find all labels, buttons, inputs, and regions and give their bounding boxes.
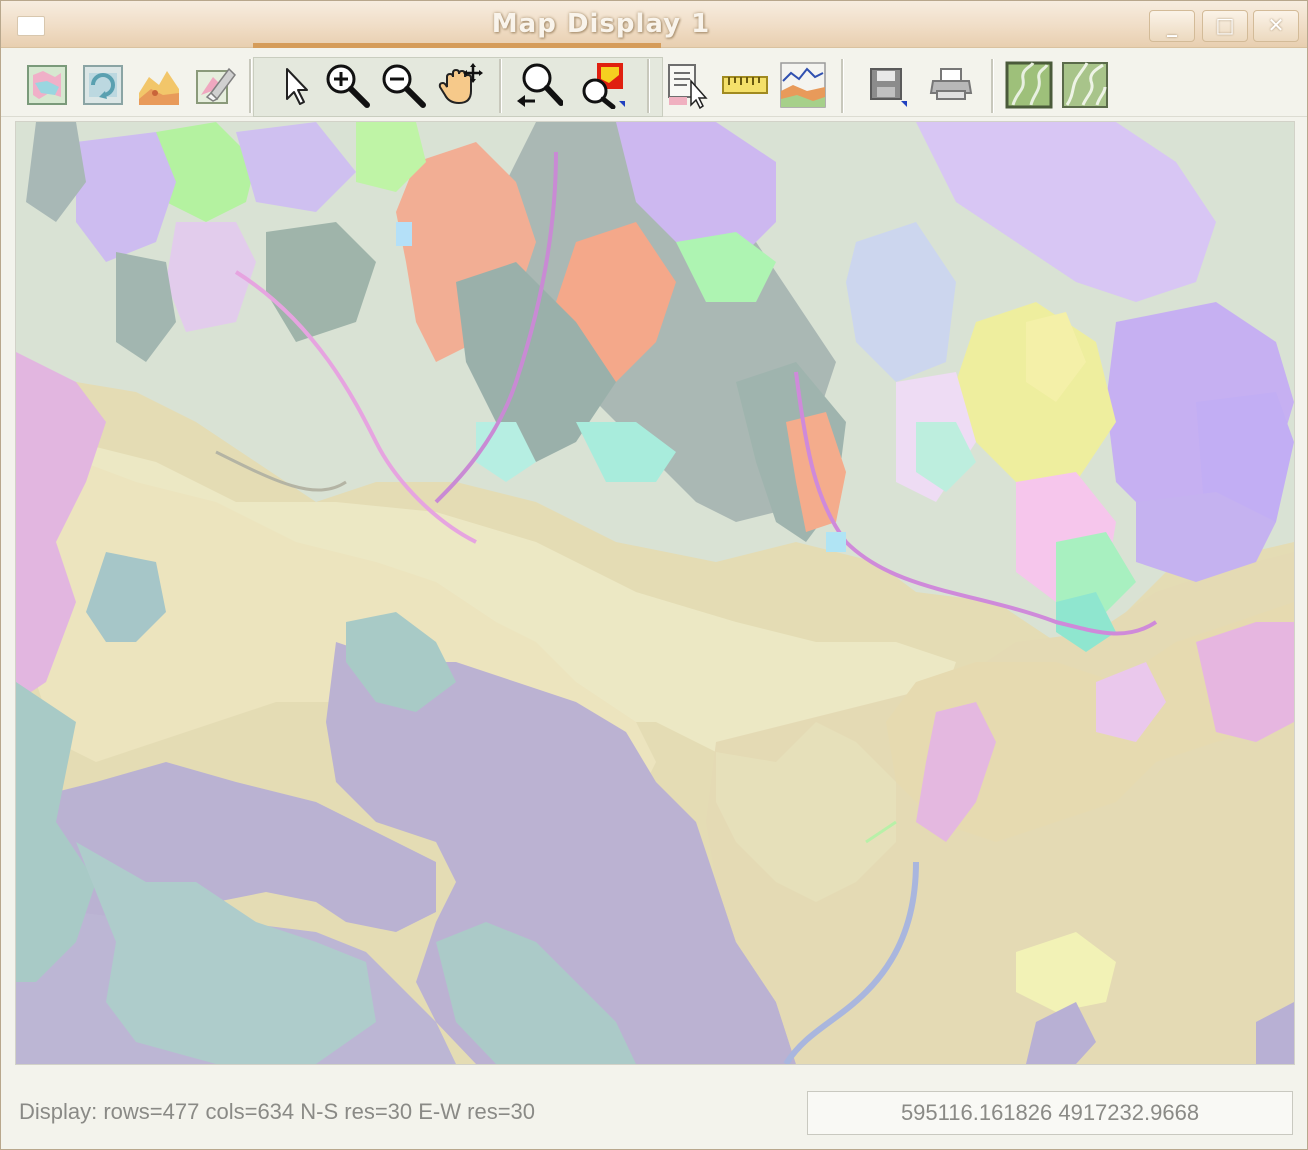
redraw-icon bbox=[83, 65, 123, 105]
erase-display-button[interactable] bbox=[191, 61, 239, 109]
display-info-text: Display: rows=477 cols=634 N-S res=30 E-… bbox=[19, 1099, 536, 1124]
close-button[interactable]: ✕ bbox=[1253, 10, 1299, 42]
overlay-mode-2-button[interactable] bbox=[1061, 61, 1109, 109]
pointer-icon bbox=[286, 68, 308, 105]
maximize-button[interactable]: □ bbox=[1202, 10, 1248, 42]
erase-icon bbox=[196, 67, 236, 104]
coordinates-text: 595116.161826 4917232.9668 bbox=[900, 1100, 1200, 1125]
pan-hand-icon bbox=[438, 63, 483, 105]
zoom-in-icon bbox=[326, 64, 370, 108]
title-bar[interactable]: Map Display 1 _ □ ✕ bbox=[1, 1, 1307, 48]
printer-icon bbox=[929, 68, 973, 100]
window-title: Map Display 1 bbox=[491, 9, 711, 39]
print-button[interactable] bbox=[927, 61, 975, 109]
toolbar-separator bbox=[249, 59, 252, 113]
render-3d-button[interactable] bbox=[135, 61, 183, 109]
map-canvas[interactable] bbox=[15, 121, 1295, 1065]
toolbar-separator bbox=[647, 59, 650, 113]
zoom-back-button[interactable] bbox=[515, 61, 563, 109]
query-button[interactable] bbox=[665, 61, 713, 109]
overlay-map-alt-icon bbox=[1062, 62, 1108, 108]
profile-button[interactable] bbox=[779, 61, 827, 109]
pointer-button[interactable] bbox=[271, 61, 319, 109]
zoom-back-icon bbox=[517, 63, 563, 107]
zoom-to-map-button[interactable] bbox=[579, 61, 627, 109]
coordinates-field: 595116.161826 4917232.9668 bbox=[807, 1091, 1293, 1135]
redraw-button[interactable] bbox=[79, 61, 127, 109]
save-disk-icon bbox=[870, 68, 907, 107]
map-display-window: Map Display 1 _ □ ✕ Display: rows=477 co… bbox=[0, 0, 1308, 1150]
toolbar-separator bbox=[991, 59, 994, 113]
save-display-button[interactable] bbox=[863, 61, 911, 109]
overlay-map-icon bbox=[1005, 61, 1053, 109]
zoom-out-button[interactable] bbox=[379, 61, 427, 109]
query-icon bbox=[668, 64, 708, 109]
geology-map-raster bbox=[16, 122, 1294, 1064]
profile-icon bbox=[780, 62, 826, 108]
active-tool-indicator bbox=[253, 43, 661, 48]
pan-button[interactable] bbox=[435, 61, 483, 109]
zoom-in-button[interactable] bbox=[323, 61, 371, 109]
zoom-out-icon bbox=[382, 64, 426, 108]
display-map-button[interactable] bbox=[23, 61, 71, 109]
toolbar-separator bbox=[499, 59, 502, 113]
overlay-mode-1-button[interactable] bbox=[1005, 61, 1053, 109]
zoom-to-map-icon bbox=[582, 63, 625, 109]
minimize-button[interactable]: _ bbox=[1149, 10, 1195, 42]
measure-button[interactable] bbox=[721, 61, 769, 109]
ruler-icon bbox=[722, 76, 768, 94]
render-3d-icon bbox=[139, 71, 179, 105]
toolbar-separator bbox=[841, 59, 844, 113]
display-map-icon bbox=[27, 65, 67, 105]
